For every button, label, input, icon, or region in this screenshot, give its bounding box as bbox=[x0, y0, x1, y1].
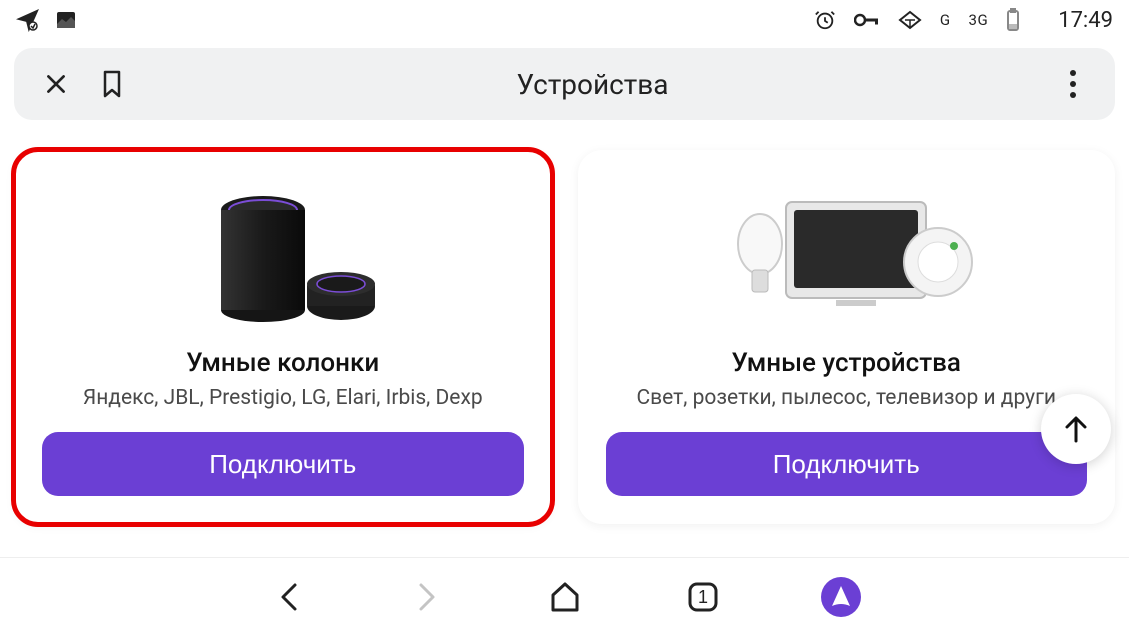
card-title: Умные колонки bbox=[186, 348, 379, 378]
back-button[interactable] bbox=[265, 573, 313, 621]
home-button[interactable] bbox=[541, 573, 589, 621]
smart-speakers-image bbox=[42, 174, 524, 334]
location-icon bbox=[16, 8, 40, 32]
card-subtitle: Свет, розетки, пылесос, телевизор и друг… bbox=[636, 386, 1056, 410]
alarm-icon bbox=[814, 9, 836, 31]
card-smart-speakers[interactable]: Умные колонки Яндекс, JBL, Prestigio, LG… bbox=[14, 150, 552, 524]
scroll-to-top-button[interactable] bbox=[1041, 394, 1111, 464]
tabs-button[interactable]: 1 bbox=[679, 573, 727, 621]
page-title: Устройства bbox=[134, 68, 1051, 101]
bottom-navigation: 1 bbox=[0, 557, 1129, 635]
vpn-key-icon bbox=[854, 12, 880, 28]
network-3g-label: 3G bbox=[969, 11, 989, 29]
alice-assistant-button[interactable] bbox=[817, 573, 865, 621]
status-bar: G 3G 17:49 bbox=[0, 0, 1129, 40]
page-toolbar: Устройства bbox=[14, 48, 1115, 120]
card-smart-devices[interactable]: Умные устройства Свет, розетки, пылесос,… bbox=[578, 150, 1116, 524]
clock-time: 17:49 bbox=[1058, 8, 1113, 33]
battery-icon bbox=[1006, 8, 1020, 32]
svg-text:1: 1 bbox=[697, 587, 707, 607]
card-title: Умные устройства bbox=[732, 348, 961, 378]
gallery-icon bbox=[54, 8, 78, 32]
connect-button[interactable]: Подключить bbox=[42, 432, 524, 496]
card-subtitle: Яндекс, JBL, Prestigio, LG, Elari, Irbis… bbox=[83, 386, 483, 410]
bookmark-button[interactable] bbox=[90, 62, 134, 106]
wifi-icon bbox=[898, 10, 922, 30]
content-area: Умные колонки Яндекс, JBL, Prestigio, LG… bbox=[0, 130, 1129, 524]
connect-button[interactable]: Подключить bbox=[606, 432, 1088, 496]
forward-button[interactable] bbox=[403, 573, 451, 621]
network-g-label: G bbox=[940, 11, 951, 29]
close-button[interactable] bbox=[34, 62, 78, 106]
more-menu-button[interactable] bbox=[1051, 62, 1095, 106]
smart-devices-image bbox=[606, 174, 1088, 334]
